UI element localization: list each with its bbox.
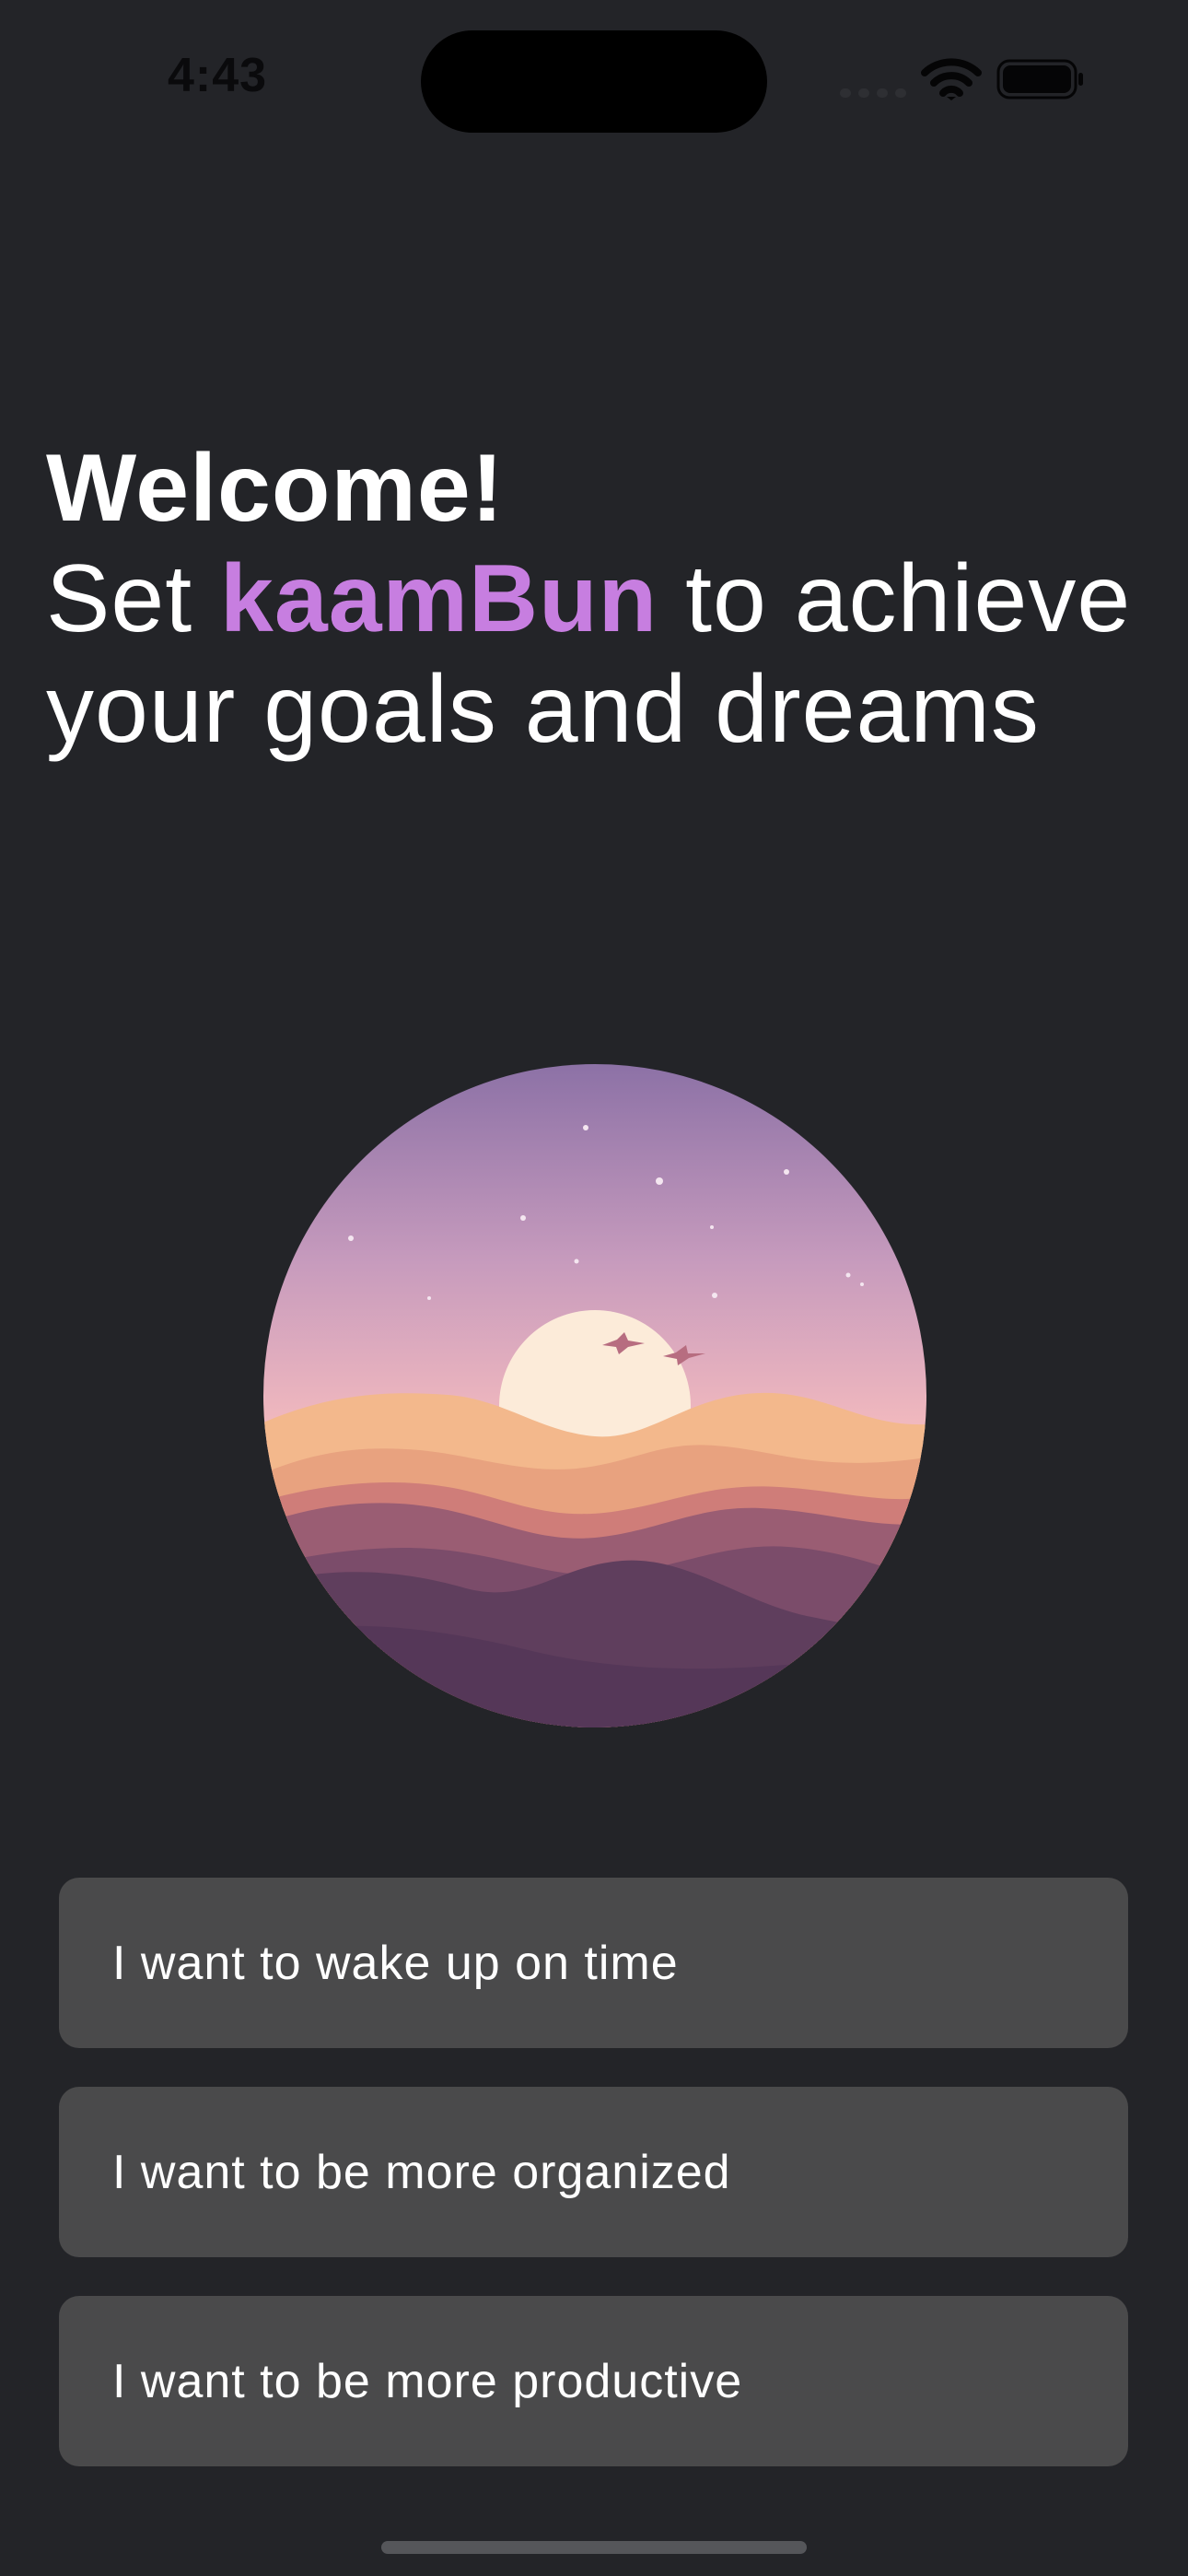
home-indicator[interactable] xyxy=(381,2541,807,2554)
dynamic-island xyxy=(421,30,767,133)
option-wake-up-on-time[interactable]: I want to wake up on time xyxy=(59,1878,1128,2048)
signal-icon xyxy=(840,85,906,100)
option-more-productive[interactable]: I want to be more productive xyxy=(59,2296,1128,2466)
option-more-organized[interactable]: I want to be more organized xyxy=(59,2087,1128,2257)
wifi-icon xyxy=(921,58,982,100)
battery-icon xyxy=(996,59,1083,100)
sunset-mountains-illustration xyxy=(263,1064,926,1727)
status-time: 4:43 xyxy=(168,49,268,102)
welcome-title: Welcome! xyxy=(46,435,505,542)
heading-prefix: Set xyxy=(46,545,193,652)
goal-options: I want to wake up on time I want to be m… xyxy=(59,1878,1128,2505)
brand-name: kaamBun xyxy=(220,545,658,652)
welcome-heading: Welcome! Set kaamBun to achieve your goa… xyxy=(46,433,1151,765)
